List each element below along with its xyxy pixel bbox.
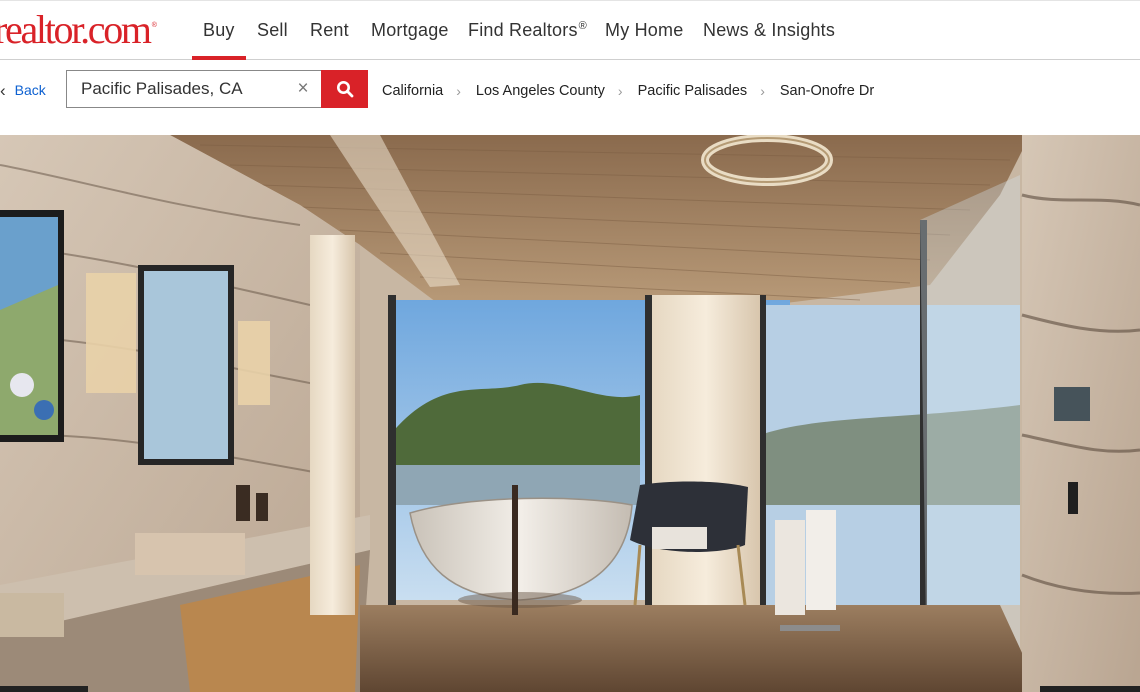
logo-registered-mark: ® — [151, 22, 157, 29]
search-input[interactable] — [67, 71, 287, 107]
close-icon[interactable]: × — [293, 79, 313, 99]
nav-mortgage[interactable]: Mortgage — [371, 1, 449, 60]
top-navigation: realtor.com ® Buy Sell Rent Mortgage Find… — [0, 0, 1140, 60]
nav-my-home[interactable]: My Home — [605, 1, 683, 60]
breadcrumb-city[interactable]: Pacific Palisades — [638, 83, 748, 99]
logo-text: realtor.com — [0, 7, 152, 52]
nav-find-realtors[interactable]: Find Realtors® — [468, 1, 587, 60]
nav-news-insights[interactable]: News & Insights — [703, 1, 835, 60]
nav-find-realtors-mark: ® — [578, 20, 587, 32]
listing-photo[interactable] — [0, 135, 1140, 692]
search-box: × — [66, 70, 322, 108]
chevron-left-icon: ‹ — [0, 80, 6, 100]
nav-buy[interactable]: Buy — [203, 1, 235, 60]
back-link[interactable]: ‹ Back — [0, 80, 46, 100]
back-label: Back — [14, 82, 46, 98]
nav-sell[interactable]: Sell — [257, 1, 288, 60]
photo-right-control[interactable] — [1040, 686, 1140, 692]
breadcrumb-county[interactable]: Los Angeles County — [476, 83, 605, 99]
bathroom-photo-illustration — [0, 135, 1140, 692]
nav-find-realtors-label: Find Realtors — [468, 20, 578, 40]
realtor-logo[interactable]: realtor.com ® — [0, 5, 157, 55]
nav-rent[interactable]: Rent — [310, 1, 349, 60]
breadcrumb-california[interactable]: California — [382, 83, 443, 99]
breadcrumb: California › Los Angeles County › Pacifi… — [382, 81, 874, 101]
chevron-right-icon: › — [617, 83, 623, 99]
breadcrumb-street: San-Onofre Dr — [779, 83, 875, 99]
photo-left-control[interactable] — [0, 686, 88, 692]
chevron-right-icon: › — [760, 83, 765, 99]
search-button[interactable] — [321, 70, 368, 108]
chevron-right-icon: › — [456, 83, 461, 99]
nav-active-indicator — [192, 56, 246, 60]
search-icon — [336, 81, 353, 98]
